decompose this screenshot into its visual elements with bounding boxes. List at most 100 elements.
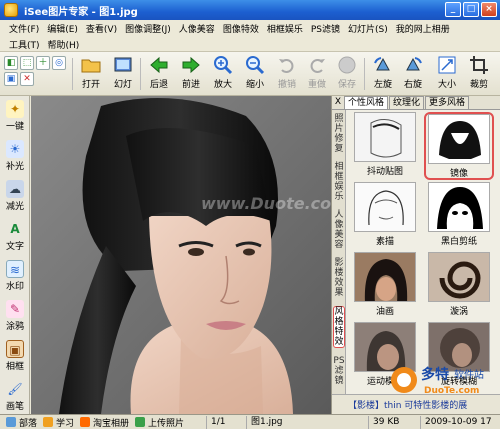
effect-swirl[interactable]: 漩涡 bbox=[424, 252, 494, 320]
slideshow-button[interactable]: 幻灯 bbox=[106, 54, 140, 94]
menu-image-effects[interactable]: 图像特效 bbox=[219, 22, 263, 35]
quick-tools: ◧ ⬚ ＋ ◎ ▣ ✕ bbox=[4, 56, 70, 86]
toolbar: ◧ ⬚ ＋ ◎ ▣ ✕ 打开 幻灯 后退 前进 放大 缩小 撤销 重做 保存 左… bbox=[0, 52, 500, 96]
grid-tool-icon[interactable]: ▣ bbox=[4, 72, 18, 86]
open-button[interactable]: 打开 bbox=[74, 54, 108, 94]
minimize-button[interactable]: _ bbox=[445, 2, 461, 17]
doodle-icon: ✎ bbox=[6, 300, 24, 318]
effect-thumbnail bbox=[428, 252, 490, 302]
vtab-portrait[interactable]: 人像美容 bbox=[333, 210, 345, 250]
undo-button[interactable]: 撤销 bbox=[270, 54, 304, 94]
rotate-right-button[interactable]: 右旋 bbox=[396, 54, 430, 94]
menu-bar: 文件(F) 编辑(E) 查看(V) 图像调整(J) 人像美容 图像特效 相框娱乐… bbox=[0, 20, 500, 52]
text-icon: A bbox=[10, 222, 20, 236]
effect-oil-painting[interactable]: 油画 bbox=[350, 252, 420, 320]
effect-thumbnail bbox=[354, 112, 416, 162]
effect-thumbnail bbox=[428, 114, 490, 164]
effect-thumbnail bbox=[354, 182, 416, 232]
taobao-icon bbox=[80, 417, 91, 427]
frame-button[interactable]: ▣ 相框 bbox=[1, 338, 29, 378]
window-title: iSee图片专家 - 图1.jpg bbox=[24, 6, 138, 18]
reduce-light-button[interactable]: ☁ 减光 bbox=[1, 178, 29, 218]
watermark-icon: ≋ bbox=[6, 260, 24, 278]
effect-paper-cut[interactable]: 黑白剪纸 bbox=[424, 182, 494, 250]
taobao-album-link[interactable]: 淘宝相册 bbox=[80, 416, 129, 429]
fill-light-button[interactable]: ☀ 补光 bbox=[1, 138, 29, 178]
doodle-button[interactable]: ✎ 涂鸦 bbox=[1, 298, 29, 338]
crop-icon bbox=[468, 54, 490, 76]
effect-sketch[interactable]: 素描 bbox=[350, 182, 420, 250]
resize-button[interactable]: 大小 bbox=[430, 54, 464, 94]
vtab-ps-filter[interactable]: PS滤镜 bbox=[333, 356, 345, 386]
file-date: 2009-10-09 17 bbox=[420, 416, 492, 429]
tab-more-styles[interactable]: 更多风格 bbox=[425, 96, 470, 109]
upload-icon bbox=[135, 417, 146, 427]
duote-logo: 多特 软件站 DuoTe.com bbox=[388, 360, 498, 400]
menu-edit[interactable]: 编辑(E) bbox=[43, 22, 82, 35]
back-button[interactable]: 后退 bbox=[142, 54, 176, 94]
study-link[interactable]: 学习 bbox=[43, 416, 74, 429]
frame-icon: ▣ bbox=[6, 340, 24, 358]
reduce-light-icon: ☁ bbox=[6, 180, 24, 198]
title-bar: iSee图片专家 - 图1.jpg _ □ × bbox=[0, 0, 500, 20]
portrait-image bbox=[31, 96, 331, 414]
file-size: 39 KB bbox=[368, 416, 399, 429]
menu-tools[interactable]: 工具(T) bbox=[5, 38, 44, 51]
effects-grid: 抖动贴图 镜像 素描 黑白剪纸 油画 漩涡 运动模糊 旋转模糊 bbox=[348, 112, 498, 394]
effect-dither[interactable]: 抖动贴图 bbox=[350, 112, 420, 180]
svg-text:DuoTe.com: DuoTe.com bbox=[424, 386, 479, 396]
text-button[interactable]: A 文字 bbox=[1, 218, 29, 258]
zoom-out-button[interactable]: 缩小 bbox=[238, 54, 272, 94]
undo-icon bbox=[276, 54, 298, 76]
photo-canvas[interactable]: www.Duote.com bbox=[31, 96, 331, 414]
menu-portrait[interactable]: 人像美容 bbox=[175, 22, 219, 35]
photo-watermark: www.Duote.com bbox=[201, 194, 331, 213]
upload-photo-link[interactable]: 上传照片 bbox=[135, 416, 184, 429]
menu-ps-filter[interactable]: PS滤镜 bbox=[307, 22, 344, 35]
tribe-link[interactable]: 部落 bbox=[6, 416, 37, 429]
zoom-in-icon bbox=[212, 54, 234, 76]
select-tool-icon[interactable]: ◧ bbox=[4, 56, 18, 70]
rotate-left-button[interactable]: 左旋 bbox=[366, 54, 400, 94]
left-tool-panel: ✦ 一键 ☀ 补光 ☁ 减光 A 文字 ≋ 水印 ✎ 涂鸦 ▣ 相框 🖌 画笔 bbox=[0, 96, 30, 414]
menu-help[interactable]: 帮助(H) bbox=[44, 38, 84, 51]
rotate-right-icon bbox=[402, 54, 424, 76]
target-tool-icon[interactable]: ◎ bbox=[52, 56, 66, 70]
zoom-in-button[interactable]: 放大 bbox=[206, 54, 240, 94]
arrow-right-icon bbox=[180, 54, 202, 76]
brush-button[interactable]: 🖌 画笔 bbox=[1, 378, 29, 418]
menu-view[interactable]: 查看(V) bbox=[82, 22, 121, 35]
save-button[interactable]: 保存 bbox=[330, 54, 364, 94]
study-icon bbox=[43, 417, 54, 427]
menu-file[interactable]: 文件(F) bbox=[5, 22, 43, 35]
tab-texture[interactable]: 纹理化 bbox=[389, 96, 425, 109]
magic-wand-icon: ✦ bbox=[6, 100, 24, 118]
menu-image-adjust[interactable]: 图像调整(J) bbox=[121, 22, 175, 35]
menu-frame-fun[interactable]: 相框娱乐 bbox=[263, 22, 307, 35]
marquee-tool-icon[interactable]: ⬚ bbox=[20, 56, 34, 70]
one-click-button[interactable]: ✦ 一键 bbox=[1, 98, 29, 138]
close-button[interactable]: × bbox=[481, 2, 497, 17]
save-icon bbox=[336, 54, 358, 76]
vtab-studio[interactable]: 影楼效果 bbox=[333, 258, 345, 298]
forward-button[interactable]: 前进 bbox=[174, 54, 208, 94]
vtab-frame-fun[interactable]: 相框娱乐 bbox=[333, 162, 345, 202]
panel-close-button[interactable]: X bbox=[332, 96, 344, 109]
menu-online-album[interactable]: 我的网上相册 bbox=[392, 22, 454, 35]
effect-mirror[interactable]: 镜像 bbox=[424, 112, 494, 180]
brush-icon: 🖌 bbox=[7, 382, 23, 396]
svg-text:多特: 多特 bbox=[421, 366, 449, 383]
vtab-photo-repair[interactable]: 照片修复 bbox=[333, 114, 345, 154]
tab-personal-style[interactable]: 个性风格 bbox=[344, 96, 389, 109]
watermark-button[interactable]: ≋ 水印 bbox=[1, 258, 29, 298]
delete-tool-icon[interactable]: ✕ bbox=[20, 72, 34, 86]
maximize-button[interactable]: □ bbox=[463, 2, 479, 17]
rotate-left-icon bbox=[372, 54, 394, 76]
resize-icon bbox=[436, 54, 458, 76]
effect-thumbnail bbox=[354, 252, 416, 302]
menu-slideshow[interactable]: 幻灯片(S) bbox=[344, 22, 392, 35]
crop-button[interactable]: 裁剪 bbox=[462, 54, 496, 94]
vtab-style-effects[interactable]: 风格特效 bbox=[333, 306, 345, 348]
add-tool-icon[interactable]: ＋ bbox=[36, 56, 50, 70]
redo-button[interactable]: 重做 bbox=[300, 54, 334, 94]
